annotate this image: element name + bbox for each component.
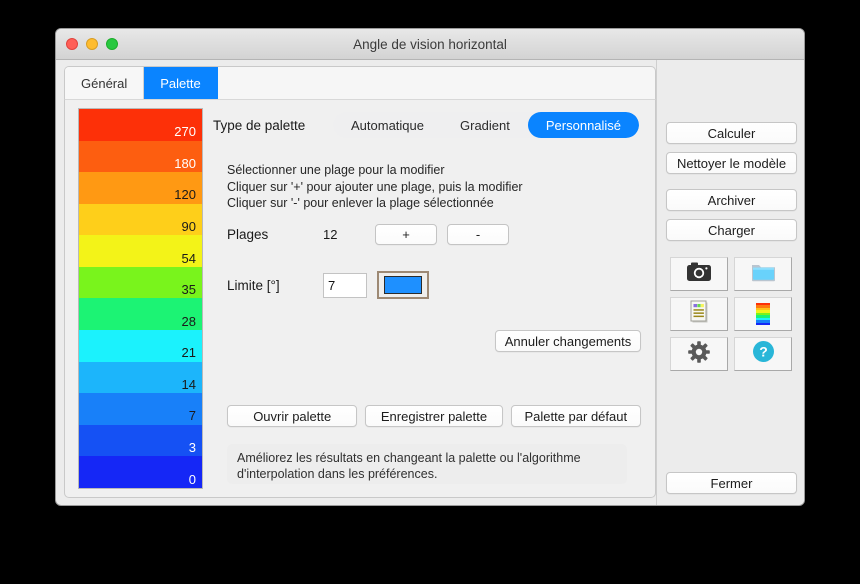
camera-icon [687, 262, 711, 286]
palette-band[interactable]: 21 [79, 330, 202, 362]
add-plage-button[interactable]: + [375, 224, 437, 245]
window-titlebar: Angle de vision horizontal [56, 29, 804, 60]
segment-gradient[interactable]: Gradient [442, 112, 528, 138]
help-icon: ? [752, 340, 775, 368]
palette-hints: Sélectionner une plage pour la modifier … [227, 162, 523, 212]
tab-bar: Général Palette [64, 66, 656, 99]
dialog-window: Angle de vision horizontal Général Palet… [55, 28, 805, 506]
palette-band[interactable]: 180 [79, 140, 202, 173]
palette-band-label: 54 [181, 250, 196, 266]
palette-band-label: 7 [188, 408, 196, 424]
palette-button[interactable] [734, 297, 792, 331]
palette-band-label: 90 [181, 219, 196, 235]
window-title: Angle de vision horizontal [353, 36, 507, 52]
plages-row: Plages 12 + - [213, 224, 509, 245]
minimize-window-button[interactable] [86, 38, 98, 50]
palette-band-label: 35 [181, 282, 196, 298]
limite-color-swatch-button[interactable] [377, 271, 429, 299]
nettoyer-modele-button[interactable]: Nettoyer le modèle [666, 152, 797, 174]
palette-type-label: Type de palette [213, 117, 306, 133]
tab-content-palette: 270 180 120 90 54 35 28 21 14 7 3 0 Type… [64, 99, 656, 498]
tab-general[interactable]: Général [65, 67, 145, 99]
palette-band[interactable]: 54 [79, 235, 202, 267]
info-message: Améliorez les résultats en changeant la … [227, 444, 627, 484]
limite-input[interactable] [323, 272, 367, 298]
palette-band[interactable]: 7 [79, 393, 202, 425]
palette-band[interactable]: 35 [79, 266, 202, 299]
palette-color-strip[interactable]: 270 180 120 90 54 35 28 21 14 7 3 0 [78, 108, 203, 489]
palette-band-label: 28 [181, 313, 196, 329]
palette-type-segmented-control[interactable]: Automatique Gradient Personnalisé [333, 112, 640, 138]
charger-button[interactable]: Charger [666, 219, 797, 241]
segment-personnalise[interactable]: Personnalisé [527, 112, 640, 138]
palette-band[interactable]: 28 [79, 298, 202, 331]
palette-icon [756, 303, 770, 325]
settings-button[interactable] [670, 337, 728, 371]
fermer-button[interactable]: Fermer [666, 472, 797, 494]
palette-band[interactable]: 90 [79, 203, 202, 236]
palette-band-label: 21 [181, 345, 196, 361]
palette-band-label: 180 [174, 155, 196, 171]
gear-icon [688, 340, 710, 368]
palette-par-defaut-button[interactable]: Palette par défaut [510, 405, 642, 427]
right-sidebar: Calculer Nettoyer le modèle Archiver Cha… [656, 60, 804, 505]
folder-icon [751, 262, 776, 287]
open-folder-button[interactable] [734, 257, 792, 291]
palette-band[interactable]: 14 [79, 361, 202, 394]
archiver-button[interactable]: Archiver [666, 189, 797, 211]
palette-form: Type de palette Automatique Gradient Per… [213, 100, 655, 497]
hint-line-1: Sélectionner une plage pour la modifier [227, 163, 445, 177]
palette-band[interactable]: 3 [79, 424, 202, 457]
hint-line-2: Cliquer sur '+' pour ajouter une plage, … [227, 179, 523, 194]
segment-automatique[interactable]: Automatique [333, 112, 442, 138]
palette-band[interactable]: 120 [79, 172, 202, 204]
palette-band-label: 3 [188, 440, 196, 456]
svg-text:?: ? [759, 344, 768, 360]
annuler-changements-button[interactable]: Annuler changements [495, 330, 641, 352]
limite-color-chip [384, 276, 422, 294]
screenshot-button[interactable] [670, 257, 728, 291]
hint-line-3: Cliquer sur '-' pour enlever la plage sé… [227, 196, 494, 210]
close-window-button[interactable] [66, 38, 78, 50]
enregistrer-palette-button[interactable]: Enregistrer palette [365, 405, 503, 427]
window-body: Général Palette 270 180 120 90 54 35 28 … [56, 60, 804, 505]
palette-band[interactable]: 0 [79, 456, 202, 488]
palette-band-label: 0 [188, 471, 196, 487]
plages-count-value: 12 [323, 227, 338, 242]
palette-band-label: 120 [174, 187, 196, 203]
report-icon [689, 300, 710, 329]
plages-label: Plages [227, 227, 269, 242]
palette-file-buttons: Ouvrir palette Enregistrer palette Palet… [227, 405, 642, 427]
tab-palette[interactable]: Palette [144, 67, 218, 99]
ouvrir-palette-button[interactable]: Ouvrir palette [227, 405, 358, 427]
palette-type-row: Type de palette Automatique Gradient Per… [213, 112, 640, 138]
traffic-lights [66, 38, 118, 50]
remove-plage-button[interactable]: - [447, 224, 509, 245]
palette-band-label: 14 [181, 376, 196, 392]
sidebar-icon-grid: ? [670, 257, 792, 371]
help-button[interactable]: ? [734, 337, 792, 371]
palette-band[interactable]: 270 [79, 109, 202, 141]
zoom-window-button[interactable] [106, 38, 118, 50]
limite-label: Limite [°] [227, 277, 280, 293]
limite-row: Limite [°] [213, 271, 429, 299]
fermer-button-wrap: Fermer [666, 472, 797, 494]
report-button[interactable] [670, 297, 728, 331]
calculer-button[interactable]: Calculer [666, 122, 797, 144]
palette-band-label: 270 [174, 124, 196, 140]
left-panel: Général Palette 270 180 120 90 54 35 28 … [64, 66, 656, 498]
